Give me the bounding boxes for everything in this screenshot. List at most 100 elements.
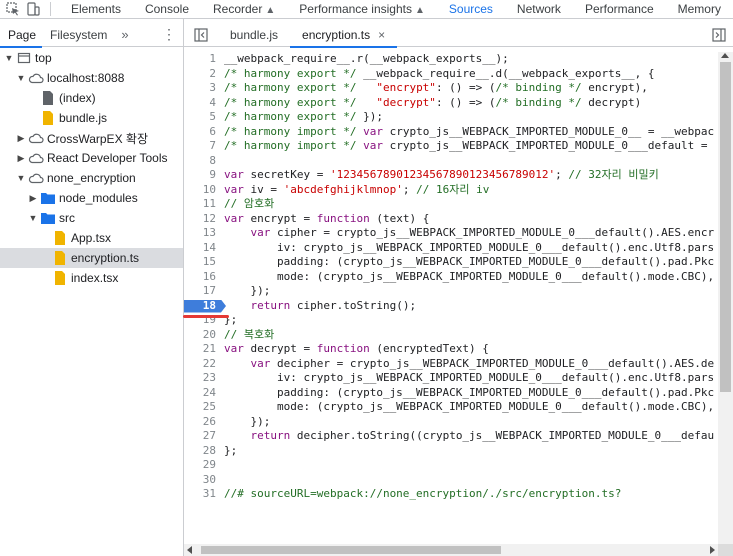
- code-line[interactable]: 31//# sourceURL=webpack://none_encryptio…: [184, 487, 718, 502]
- tree-item-app-tsx[interactable]: App.tsx: [0, 228, 183, 248]
- code-line[interactable]: 30: [184, 473, 718, 488]
- tree-item-node-modules[interactable]: ▶ node_modules: [0, 188, 183, 208]
- code-line[interactable]: 28};: [184, 444, 718, 459]
- code-line[interactable]: 13 var cipher = crypto_js__WEBPACK_IMPOR…: [184, 226, 718, 241]
- more-tabs-icon[interactable]: »: [121, 27, 128, 42]
- collapse-arrow-icon[interactable]: ▶: [16, 133, 26, 144]
- line-number[interactable]: 23: [184, 371, 222, 386]
- expand-arrow-icon[interactable]: ▼: [4, 53, 14, 63]
- tree-item-react-devtools[interactable]: ▶ React Developer Tools: [0, 148, 183, 168]
- code-line[interactable]: 12 var encrypt = function (text) {: [184, 212, 718, 227]
- line-number[interactable]: 5: [184, 110, 222, 125]
- code-line[interactable]: 16 mode: (crypto_js__WEBPACK_IMPORTED_MO…: [184, 270, 718, 285]
- editor-tab-encryption-ts[interactable]: encryption.ts ×: [290, 23, 398, 48]
- line-number[interactable]: 29: [184, 458, 222, 473]
- line-number[interactable]: 31: [184, 487, 222, 502]
- toggle-navigator-icon[interactable]: [192, 26, 210, 44]
- code-line[interactable]: 17 });: [184, 284, 718, 299]
- vertical-scrollbar[interactable]: [718, 52, 733, 544]
- code-editor[interactable]: 1 __webpack_require__.r(__webpack_exports…: [184, 52, 718, 544]
- tree-item-index[interactable]: (index): [0, 88, 183, 108]
- line-number[interactable]: 14: [184, 241, 222, 256]
- line-number[interactable]: 27: [184, 429, 222, 444]
- code-line[interactable]: 8: [184, 154, 718, 169]
- line-number[interactable]: 4: [184, 96, 222, 111]
- code-line[interactable]: 1 __webpack_require__.r(__webpack_exports…: [184, 52, 718, 67]
- expand-arrow-icon[interactable]: ▼: [16, 173, 26, 183]
- tree-item-src[interactable]: ▼ src: [0, 208, 183, 228]
- tab-sources[interactable]: Sources: [436, 0, 505, 18]
- tree-item-bundle-js[interactable]: bundle.js: [0, 108, 183, 128]
- tree-item-index-tsx[interactable]: index.tsx: [0, 268, 183, 288]
- code-line[interactable]: 11// 암호화: [184, 197, 718, 212]
- line-number[interactable]: 11: [184, 197, 222, 212]
- horizontal-scrollbar[interactable]: [184, 544, 718, 556]
- navigator-menu-icon[interactable]: ⋮: [162, 26, 176, 43]
- code-line[interactable]: 21 var decrypt = function (encryptedText)…: [184, 342, 718, 357]
- device-toolbar-icon[interactable]: [26, 1, 40, 17]
- line-number[interactable]: 12: [184, 212, 222, 227]
- line-number[interactable]: 8: [184, 154, 222, 169]
- vertical-scroll-thumb[interactable]: [720, 62, 731, 392]
- tab-console[interactable]: Console: [133, 0, 201, 18]
- tab-memory[interactable]: Memory: [666, 0, 733, 18]
- line-number[interactable]: 10: [184, 183, 222, 198]
- tab-performance-insights[interactable]: Performance insights ▲: [287, 0, 437, 18]
- line-number[interactable]: 9: [184, 168, 222, 183]
- line-number[interactable]: 24: [184, 386, 222, 401]
- code-line[interactable]: 10 var iv = 'abcdefghijklmnop'; // 16자리 i…: [184, 183, 718, 198]
- code-line[interactable]: 9 var secretKey = '1234567890123456789012…: [184, 168, 718, 183]
- line-number[interactable]: 6: [184, 125, 222, 140]
- tree-item-crosswarpex[interactable]: ▶ CrossWarpEX 확장: [0, 128, 183, 148]
- code-line[interactable]: 29: [184, 458, 718, 473]
- line-number[interactable]: 28: [184, 444, 222, 459]
- code-line[interactable]: 27 return decipher.toString((crypto_js__…: [184, 429, 718, 444]
- code-line[interactable]: 25 mode: (crypto_js__WEBPACK_IMPORTED_MO…: [184, 400, 718, 415]
- code-line[interactable]: 18 return cipher.toString();: [184, 299, 718, 314]
- code-line[interactable]: 23 iv: crypto_js__WEBPACK_IMPORTED_MODUL…: [184, 371, 718, 386]
- toggle-debugger-icon[interactable]: [711, 27, 727, 43]
- close-tab-icon[interactable]: ×: [378, 28, 385, 42]
- line-number[interactable]: 1: [184, 52, 222, 67]
- collapse-arrow-icon[interactable]: ▶: [28, 193, 38, 204]
- scroll-up-icon[interactable]: [721, 53, 729, 58]
- tree-item-encryption-ts[interactable]: encryption.ts: [0, 248, 183, 268]
- code-line[interactable]: 19};: [184, 313, 718, 328]
- inspect-element-icon[interactable]: [6, 1, 20, 17]
- tab-filesystem[interactable]: Filesystem: [42, 23, 113, 47]
- code-line[interactable]: 20// 복호화: [184, 328, 718, 343]
- expand-arrow-icon[interactable]: ▼: [16, 73, 26, 83]
- code-line[interactable]: 6/* harmony import */ var crypto_js__WEB…: [184, 125, 718, 140]
- code-line[interactable]: 4/* harmony export */ "decrypt": () => (…: [184, 96, 718, 111]
- tab-page[interactable]: Page: [0, 23, 43, 48]
- code-line[interactable]: 3/* harmony export */ "encrypt": () => (…: [184, 81, 718, 96]
- line-number[interactable]: 21: [184, 342, 222, 357]
- tab-elements[interactable]: Elements: [59, 0, 133, 18]
- horizontal-scroll-thumb[interactable]: [201, 546, 501, 554]
- line-number[interactable]: 30: [184, 473, 222, 488]
- scroll-right-icon[interactable]: [710, 546, 715, 554]
- line-number[interactable]: 22: [184, 357, 222, 372]
- expand-arrow-icon[interactable]: ▼: [28, 213, 38, 223]
- code-line[interactable]: 7/* harmony import */ var crypto_js__WEB…: [184, 139, 718, 154]
- scroll-left-icon[interactable]: [187, 546, 192, 554]
- line-number[interactable]: 13: [184, 226, 222, 241]
- line-number[interactable]: 7: [184, 139, 222, 154]
- tab-network[interactable]: Network: [505, 0, 573, 18]
- code-line[interactable]: 24 padding: (crypto_js__WEBPACK_IMPORTED…: [184, 386, 718, 401]
- line-number[interactable]: 17: [184, 284, 222, 299]
- breakpoint-line-number[interactable]: 18: [184, 299, 222, 314]
- tree-item-localhost[interactable]: ▼ localhost:8088: [0, 68, 183, 88]
- code-line[interactable]: 2/* harmony export */ __webpack_require_…: [184, 67, 718, 82]
- code-line[interactable]: 14 iv: crypto_js__WEBPACK_IMPORTED_MODUL…: [184, 241, 718, 256]
- line-number[interactable]: 26: [184, 415, 222, 430]
- line-number[interactable]: 3: [184, 81, 222, 96]
- tree-item-top[interactable]: ▼ top: [0, 48, 183, 68]
- code-line[interactable]: 5/* harmony export */ });: [184, 110, 718, 125]
- line-number[interactable]: 15: [184, 255, 222, 270]
- editor-tab-bundle-js[interactable]: bundle.js: [218, 23, 290, 47]
- tab-performance[interactable]: Performance: [573, 0, 666, 18]
- code-line[interactable]: 22 var decipher = crypto_js__WEBPACK_IMP…: [184, 357, 718, 372]
- line-number[interactable]: 2: [184, 67, 222, 82]
- tab-recorder[interactable]: Recorder ▲: [201, 0, 287, 18]
